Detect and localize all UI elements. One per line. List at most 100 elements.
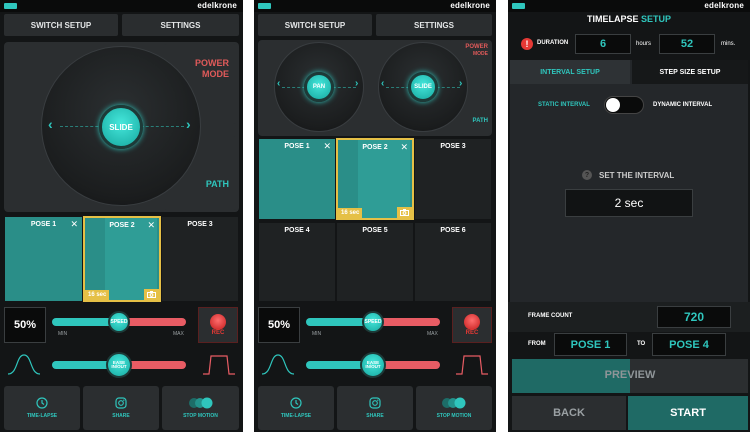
tab-step-size-setup[interactable]: STEP SIZE SETUP (632, 60, 748, 84)
pan-knob[interactable]: PAN (304, 72, 334, 102)
title-main: TIMELAPSE (586, 14, 639, 24)
record-icon (464, 314, 480, 330)
min-label: MIN (312, 331, 322, 337)
hours-unit: hours (636, 41, 652, 47)
time-lapse-label: TIME-LAPSE (280, 413, 312, 419)
ease-slider-thumb[interactable]: EASE IN/OUT (106, 352, 132, 378)
time-lapse-label: TIME-LAPSE (26, 413, 58, 419)
clock-icon (290, 397, 302, 409)
pose-1-tile[interactable]: POSE 1 ✕ (258, 138, 336, 220)
frame-count-label: FRAME COUNT (528, 313, 573, 319)
chevron-right-icon: › (186, 116, 191, 132)
stop-motion-label: STOP MOTION (183, 413, 218, 419)
close-icon[interactable]: ✕ (70, 219, 78, 230)
static-interval-label: STATIC INTERVAL (538, 102, 590, 108)
battery-icon (512, 3, 525, 9)
pose-1-tile[interactable]: POSE 1 ✕ (4, 216, 83, 302)
to-pose-select[interactable]: POSE 4 (652, 333, 726, 356)
time-lapse-button[interactable]: TIME-LAPSE (258, 386, 334, 430)
dynamic-interval-label: DYNAMIC INTERVAL (653, 102, 713, 108)
ease-linear-curve-icon (456, 355, 488, 375)
pose-5-tile[interactable]: POSE 5 (336, 222, 414, 302)
toggle-knob (606, 98, 620, 112)
alert-icon: ! (521, 38, 533, 50)
clock-icon (36, 397, 48, 409)
title-accent: SETUP (641, 14, 672, 24)
speed-percent-display: 50% (258, 307, 300, 343)
switch-setup-button[interactable]: SWITCH SETUP (258, 14, 372, 36)
status-bar: edelkrone (508, 0, 750, 12)
minutes-unit: mins. (721, 41, 736, 47)
screen-pan-slide-control: edelkrone SWITCH SETUP SETTINGS POWER MO… (254, 0, 496, 432)
brand-logo: edelkrone (197, 1, 237, 10)
camera-icon[interactable] (397, 207, 412, 218)
speed-percent-display: 50% (4, 307, 46, 343)
pose-duration-badge: 16 sec (338, 208, 363, 218)
min-label: MIN (58, 331, 68, 337)
chevron-right-icon: › (355, 78, 359, 89)
stop-motion-button[interactable]: STOP MOTION (416, 386, 492, 430)
ease-in-curve-icon (261, 354, 295, 375)
stop-motion-icon (442, 397, 466, 409)
time-lapse-button[interactable]: TIME-LAPSE (4, 386, 80, 430)
slide-knob[interactable]: SLIDE (408, 72, 438, 102)
camera-icon[interactable] (144, 289, 159, 300)
in-out-label: IN/OUT (365, 364, 381, 369)
pose-label: POSE 3 (187, 221, 213, 228)
pose-duration-badge: 16 sec (85, 290, 110, 300)
ease-in-curve-icon (7, 354, 41, 375)
slide-knob[interactable]: SLIDE (99, 105, 143, 149)
from-pose-select[interactable]: POSE 1 (554, 333, 627, 356)
close-icon[interactable]: ✕ (323, 141, 331, 152)
preview-label: PREVIEW (604, 369, 656, 381)
chevron-left-icon: ‹ (48, 116, 53, 132)
tab-interval-setup[interactable]: INTERVAL SETUP (510, 60, 630, 84)
chevron-right-icon: › (459, 78, 463, 89)
interval-value-display[interactable]: 2 sec (565, 189, 693, 217)
record-button[interactable]: REC (198, 307, 238, 343)
stop-motion-button[interactable]: STOP MOTION (162, 386, 239, 430)
help-icon[interactable]: ? (582, 170, 592, 180)
stop-motion-icon (188, 397, 212, 409)
close-icon[interactable]: ✕ (147, 220, 155, 231)
speed-slider-thumb[interactable]: SPEED (108, 311, 130, 333)
record-button[interactable]: REC (452, 307, 492, 343)
stop-motion-label: STOP MOTION (436, 413, 472, 419)
back-button[interactable]: BACK (512, 396, 626, 430)
share-button[interactable]: SHARE (337, 386, 413, 430)
pose-4-tile[interactable]: POSE 4 (258, 222, 336, 302)
minutes-input[interactable]: 52 (659, 34, 715, 54)
share-button[interactable]: SHARE (83, 386, 159, 430)
close-icon[interactable]: ✕ (400, 142, 408, 153)
ease-slider-thumb[interactable]: EASE IN/OUT (360, 352, 386, 378)
preview-button[interactable]: PREVIEW (512, 359, 748, 393)
pose-label: POSE 4 (284, 227, 310, 234)
interval-mode-toggle[interactable] (604, 96, 644, 114)
record-icon (210, 314, 226, 330)
power-label: POWER (465, 44, 488, 50)
pose-3-tile[interactable]: POSE 3 (161, 216, 239, 302)
pose-2-tile[interactable]: POSE 2 ✕ 16 sec (83, 216, 161, 302)
settings-button[interactable]: SETTINGS (376, 14, 492, 36)
hours-input[interactable]: 6 (575, 34, 631, 54)
share-label: SHARE (366, 413, 384, 419)
frame-count-value: 720 (657, 306, 731, 328)
pose-6-tile[interactable]: POSE 6 (414, 222, 492, 302)
pose-label: POSE 3 (440, 143, 466, 150)
page-title: TIMELAPSE SETUP (508, 14, 750, 24)
pose-2-tile[interactable]: POSE 2 ✕ 16 sec (336, 138, 414, 220)
pose-3-tile[interactable]: POSE 3 (414, 138, 492, 220)
switch-setup-button[interactable]: SWITCH SETUP (4, 14, 118, 36)
instagram-icon (369, 397, 381, 409)
start-button[interactable]: START (628, 396, 748, 430)
to-label: TO (637, 341, 646, 347)
ease-linear-curve-icon (203, 355, 235, 375)
chevron-left-icon: ‹ (277, 78, 281, 89)
settings-button[interactable]: SETTINGS (122, 14, 239, 36)
battery-icon (258, 3, 271, 9)
status-bar: edelkrone (0, 0, 243, 12)
from-label: FROM (528, 341, 546, 347)
max-label: MAX (173, 331, 184, 337)
speed-slider-thumb[interactable]: SPEED (362, 311, 384, 333)
rec-label: REC (465, 330, 479, 336)
